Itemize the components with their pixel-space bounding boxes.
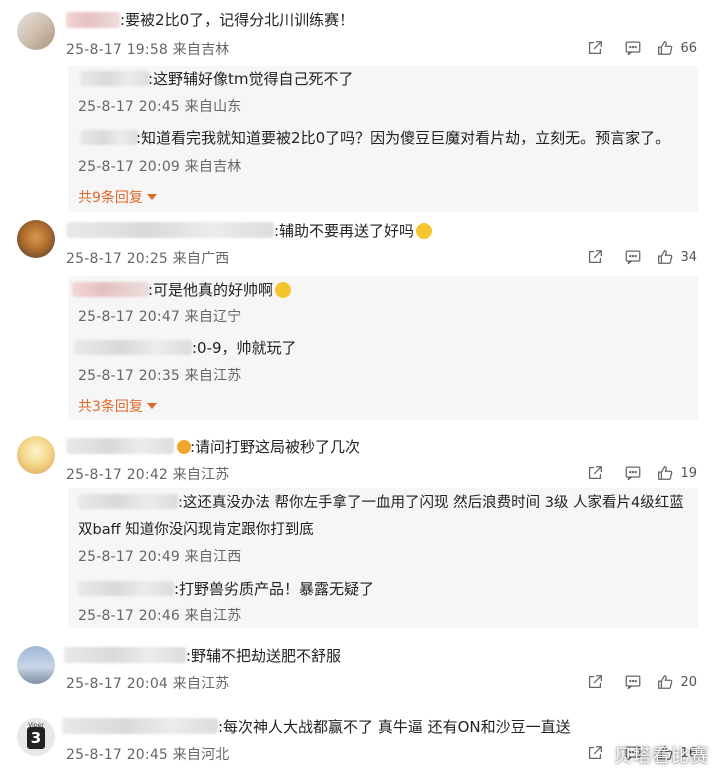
crown-icon <box>177 440 191 454</box>
username-blurred[interactable] <box>80 71 150 86</box>
like-icon <box>658 466 673 480</box>
username-blurred[interactable] <box>80 130 138 145</box>
more-replies-label: 共9条回复 <box>78 190 143 206</box>
username-blurred[interactable] <box>78 581 174 596</box>
like-button[interactable]: 34 <box>656 248 697 266</box>
comment-icon <box>626 675 641 690</box>
reply-text: :知道看完我就知道要被2比0了吗？因为傻豆巨魔对看片劫，立刻无。预言家了。 <box>136 129 671 147</box>
comment-meta: 25-8-17 19:58 来自吉林 <box>66 42 230 58</box>
like-count: 66 <box>680 40 697 56</box>
comment-button[interactable] <box>614 38 652 58</box>
comment-meta: 25-8-17 20:45 来自河北 <box>66 747 230 763</box>
comment-actions: 19 <box>576 463 697 483</box>
username-blurred[interactable] <box>72 282 150 297</box>
share-icon <box>589 41 603 55</box>
like-icon <box>658 250 673 264</box>
username-blurred[interactable] <box>64 647 186 663</box>
reply-meta: 25-8-17 20:49 来自江西 <box>78 549 242 565</box>
avatar[interactable]: Viper 3 <box>17 718 55 756</box>
comment-meta: 25-8-17 20:04 来自江苏 <box>66 676 230 692</box>
comment-2: :辅助不要再送了好吗 25-8-17 20:25 来自广西 34 :可是他真的好… <box>0 212 719 430</box>
reply-box: :这野辅好像tm觉得自己死不了 25-8-17 20:45 来自山东 :知道看完… <box>68 66 698 212</box>
comment-actions: 20 <box>576 672 697 692</box>
comment-icon <box>626 41 641 56</box>
share-icon <box>589 746 603 760</box>
comment-button[interactable] <box>614 672 652 692</box>
reply-text-line1: :这还真没办法 帮你左手拿了一血用了闪现 然后浪费时间 3级 人家看片4级红蓝 <box>178 495 684 511</box>
reply-meta: 25-8-17 20:09 来自吉林 <box>78 159 242 175</box>
share-button[interactable] <box>576 743 614 763</box>
reply-text: :这野辅好像tm觉得自己死不了 <box>148 70 354 88</box>
reply-text-value: :可是他真的好帅啊 <box>148 281 274 299</box>
reply-meta: 25-8-17 20:47 来自辽宁 <box>78 309 242 325</box>
username-blurred[interactable] <box>66 222 274 238</box>
comment-1: :要被2比0了，记得分北川训练赛！ 25-8-17 19:58 来自吉林 66 … <box>0 0 719 212</box>
share-button[interactable] <box>576 672 614 692</box>
reply-meta: 25-8-17 20:46 来自江苏 <box>78 608 242 624</box>
username-blurred[interactable] <box>66 12 120 28</box>
comment-actions: 34 <box>576 247 697 267</box>
comment-button[interactable] <box>614 463 652 483</box>
share-button[interactable] <box>576 463 614 483</box>
comment-actions: 66 <box>576 38 697 58</box>
comment-text: :要被2比0了，记得分北川训练赛！ <box>120 11 355 29</box>
reply-box: :可是他真的好帅啊 25-8-17 20:47 来自辽宁 :0-9，帅就玩了 2… <box>68 276 698 420</box>
share-icon <box>589 250 603 264</box>
username-blurred[interactable] <box>66 438 174 454</box>
reply-box: :这还真没办法 帮你左手拿了一血用了闪现 然后浪费时间 3级 人家看片4级红蓝 … <box>68 488 698 628</box>
comment-icon <box>626 466 641 481</box>
avatar[interactable] <box>17 436 55 474</box>
emoji-icon <box>416 223 433 239</box>
reply-text: :可是他真的好帅啊 <box>148 279 292 300</box>
emoji-icon <box>275 282 292 298</box>
reply-text-line2: 双baff 知道你没闪现肯定跟你打到底 <box>78 522 314 538</box>
comment-text: :每次神人大战都赢不了 真牛逼 还有ON和沙豆一直送 <box>218 718 571 736</box>
more-replies-link[interactable]: 共9条回复 <box>78 187 157 207</box>
comment-text: :野辅不把劫送肥不舒服 <box>186 647 342 665</box>
comment-3: :请问打野这局被秒了几次 25-8-17 20:42 来自江苏 19 :这还真没… <box>0 430 719 640</box>
more-replies-label: 共3条回复 <box>78 399 143 415</box>
comment-text: :请问打野这局被秒了几次 <box>190 438 361 456</box>
more-replies-link[interactable]: 共3条回复 <box>78 396 157 416</box>
like-count: 19 <box>680 465 697 481</box>
comment-5: Viper 3 :每次神人大战都赢不了 真牛逼 还有ON和沙豆一直送 25-8-… <box>0 706 719 776</box>
like-count: 20 <box>680 674 697 690</box>
avatar[interactable] <box>17 12 55 50</box>
like-icon <box>658 41 673 55</box>
username-blurred[interactable] <box>74 340 192 355</box>
reply-text: :打野兽劣质产品！暴露无疑了 <box>174 580 375 598</box>
avatar[interactable] <box>17 220 55 258</box>
reply-meta: 25-8-17 20:35 来自江苏 <box>78 368 242 384</box>
chevron-down-icon <box>146 194 157 200</box>
reply-meta: 25-8-17 20:45 来自山东 <box>78 99 242 115</box>
share-icon <box>589 675 603 689</box>
username-blurred[interactable] <box>78 494 178 509</box>
share-button[interactable] <box>576 247 614 267</box>
comment-4: :野辅不把劫送肥不舒服 25-8-17 20:04 来自江苏 20 <box>0 640 719 706</box>
watermark: 贝塔看比赛 <box>614 746 709 767</box>
comment-meta: 25-8-17 20:42 来自江苏 <box>66 467 230 483</box>
like-count: 34 <box>680 249 697 265</box>
reply-text: :0-9，帅就玩了 <box>192 339 297 357</box>
like-icon <box>658 675 673 689</box>
chevron-down-icon <box>146 403 157 409</box>
share-button[interactable] <box>576 38 614 58</box>
comment-button[interactable] <box>614 247 652 267</box>
avatar[interactable] <box>17 646 55 684</box>
like-button[interactable]: 66 <box>656 39 697 57</box>
avatar-badge-number: 3 <box>27 727 45 749</box>
comment-meta: 25-8-17 20:25 来自广西 <box>66 251 230 267</box>
username-blurred[interactable] <box>62 718 218 734</box>
like-button[interactable]: 20 <box>656 673 697 691</box>
comment-icon <box>626 250 641 265</box>
share-icon <box>589 466 603 480</box>
comment-text-value: :辅助不要再送了好吗 <box>274 222 415 240</box>
comment-text: :辅助不要再送了好吗 <box>274 220 433 241</box>
like-button[interactable]: 19 <box>656 464 697 482</box>
